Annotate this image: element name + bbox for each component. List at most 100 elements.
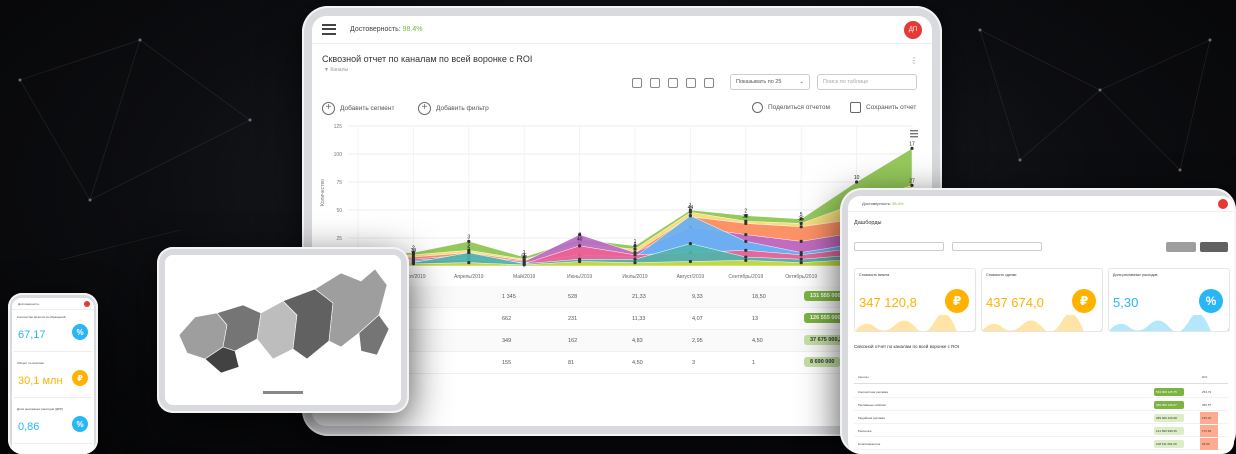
total-cell: 465 000 125,47 <box>1154 401 1184 409</box>
report-filter-select[interactable] <box>854 242 944 251</box>
data-label: 3 <box>467 234 470 240</box>
phone-device: Достоверность: Количество визитов из обр… <box>8 293 98 454</box>
x-tick-label: Июль/2019 <box>622 274 647 280</box>
table-row[interactable]: Медийная реклама 289 000 100,68 165,91 <box>854 412 1228 424</box>
data-label: 5 <box>467 246 470 252</box>
table-row[interactable]: Рекламные паблики 465 000 125,47 356,57 <box>854 399 1228 411</box>
refresh-icon[interactable] <box>686 78 696 88</box>
kpi-card[interactable]: Доля рекламных расходов 5,30% <box>1108 268 1230 332</box>
avatar[interactable]: ДП <box>904 21 922 39</box>
region-map[interactable] <box>165 255 401 405</box>
kpi-card[interactable]: Стоимость сделки 437 674,0 ₽ <box>981 268 1103 332</box>
share-report-button[interactable]: Поделиться отчетом <box>752 102 830 113</box>
data-point <box>799 239 803 243</box>
avatar[interactable] <box>1218 199 1228 209</box>
table-row[interactable]: Контекстная реклама 533 000 125,75 254,74 <box>854 386 1228 398</box>
data-point <box>578 244 582 248</box>
kpi-value: 437 674,0 <box>986 295 1044 310</box>
save-report-label: Сохранить отчет <box>866 104 917 111</box>
map-tablet <box>157 247 409 413</box>
roi-cell: 254,74 <box>1202 390 1212 394</box>
x-tick-label: Апрель/2019 <box>454 274 484 280</box>
table-cell: 662 <box>502 316 512 322</box>
kpi-card[interactable]: Стоимость визита 347 120,8 ₽ <box>854 268 976 332</box>
channel-name: Email-маркетинг <box>858 442 881 446</box>
data-label: 4 <box>412 250 415 256</box>
phone-kpi-card[interactable]: Оборот по визитам 30,1 млн ₽ <box>14 358 92 398</box>
table-search-input[interactable]: Поиск по таблице <box>817 74 917 90</box>
plus-circle-icon: + <box>418 102 431 115</box>
add-filter-button[interactable]: + Добавить фильтр <box>418 102 489 115</box>
actions-button[interactable] <box>1200 242 1228 252</box>
y-tick-label: 25 <box>336 236 342 242</box>
kpi-label: Стоимость визита <box>859 273 890 277</box>
menu-icon[interactable] <box>322 23 336 37</box>
kpi-icon: % <box>1199 289 1223 313</box>
reliability-value: 98.4% <box>402 26 423 33</box>
data-point <box>633 257 637 261</box>
save-report-button[interactable]: Сохранить отчет <box>850 102 916 113</box>
reliability-label: Достоверность: <box>862 201 891 206</box>
dashboard-title: Дашборды <box>854 220 882 226</box>
total-cell: 108 611 681,99 <box>1154 440 1184 448</box>
kpi-label: Стоимость сделки <box>986 273 1017 277</box>
total-cell: 8 690 000 <box>804 357 841 367</box>
page-size-select[interactable]: Показывать по 25 ⌄ <box>730 74 810 90</box>
phone-kpi-card[interactable]: Количество визитов из обращений 67,17% <box>14 312 92 352</box>
data-label: 44 <box>688 205 694 211</box>
add-segment-button[interactable]: + Добавить сегмент <box>322 102 394 115</box>
data-point <box>633 253 637 257</box>
kpi-label: Доля рекламных расходов (ДРР) <box>17 407 63 411</box>
more-options-icon[interactable]: ⋮ <box>910 56 918 65</box>
reliability-label: Достоверность: <box>350 26 401 33</box>
kpi-icon: % <box>72 416 88 432</box>
download-icon[interactable] <box>650 78 660 88</box>
data-point <box>744 221 748 226</box>
roi-cell: 96,89 <box>1200 438 1218 450</box>
dashboard-screen: Достоверность: 98.4% Дашборды Стоимость … <box>848 196 1234 454</box>
data-label: 40 <box>577 237 583 243</box>
y-tick-label: 50 <box>336 208 342 214</box>
kpi-icon: ₽ <box>1072 289 1096 313</box>
visibility-icon[interactable] <box>632 78 642 88</box>
table-header: Каналы ROI <box>854 372 1228 384</box>
data-label: 65 <box>521 253 527 259</box>
table-cell: 4,50 <box>632 360 643 366</box>
table-cell: 3 <box>692 360 696 366</box>
table-cell: 4,50 <box>752 338 763 344</box>
map-screen <box>165 255 401 405</box>
data-point <box>578 259 582 264</box>
compare-icon[interactable] <box>704 78 714 88</box>
channel-name: Рекламные паблики <box>858 403 886 407</box>
avatar[interactable] <box>84 301 90 307</box>
highlight-button[interactable] <box>1166 242 1196 252</box>
table-title: Сквозной отчет по каналам по всей воронк… <box>854 344 960 349</box>
kpi-label: Доля рекламных расходов <box>1113 273 1158 277</box>
data-point <box>411 262 415 266</box>
table-cell: 1 <box>752 360 756 366</box>
data-point <box>744 239 748 243</box>
total-cell: 533 000 125,75 <box>1154 388 1184 396</box>
channels-filter-label[interactable]: ▼ Каналы <box>324 67 348 73</box>
data-point <box>744 258 748 262</box>
phone-kpi-card[interactable]: Доля рекламных расходов (ДРР) 0,86% <box>14 404 92 444</box>
data-point <box>688 242 692 246</box>
data-label: 32 <box>743 214 749 220</box>
data-label: 27 <box>909 178 915 184</box>
save-icon <box>850 102 861 113</box>
x-tick-label: Сентябрь/2019 <box>728 274 763 280</box>
kpi-label: Количество визитов из обращений <box>17 315 66 319</box>
data-point <box>799 225 803 229</box>
reliability-value: 98.4% <box>892 201 904 206</box>
table-row[interactable]: Рассылки 121 500 999,35 175,83 <box>854 425 1228 437</box>
data-point <box>744 248 748 252</box>
kpi-value: 67,17 <box>18 329 46 341</box>
total-cell: 289 000 100,68 <box>1154 414 1184 422</box>
kpi-value: 347 120,8 <box>859 295 917 310</box>
table-cell: 528 <box>568 294 578 300</box>
table-row[interactable]: Email-маркетинг 108 611 681,99 96,89 <box>854 438 1228 450</box>
add-segment-label: Добавить сегмент <box>340 105 395 112</box>
budget-filter-select[interactable] <box>952 242 1042 251</box>
print-icon[interactable] <box>668 78 678 88</box>
table-cell: 4,83 <box>632 338 643 344</box>
